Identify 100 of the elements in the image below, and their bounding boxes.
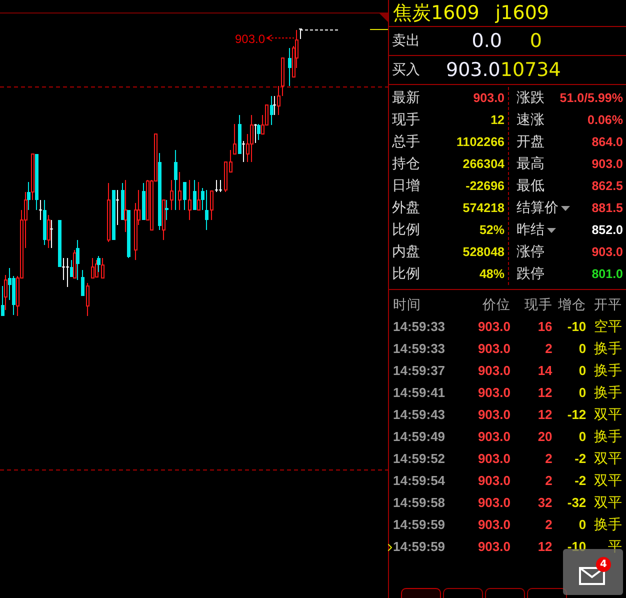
trade-volume: 2 <box>544 450 552 468</box>
trade-volume: 2 <box>544 472 552 490</box>
stat-value: 903.0 <box>592 244 623 261</box>
stat-label: 结算价 <box>516 198 558 218</box>
open-interest-change: -2 <box>574 472 586 490</box>
trade-time: 14:59:33 <box>393 340 446 358</box>
stat-label: 最高 <box>516 154 544 174</box>
trade-time: 14:59:59 <box>393 516 446 534</box>
trade-price: 903.0 <box>476 406 510 424</box>
trade-time: 14:59:43 <box>393 406 446 424</box>
stat-value: 51.0/5.99% <box>560 90 623 107</box>
trade-volume: 12 <box>536 406 552 424</box>
trade-time: 14:59:58 <box>393 494 446 512</box>
trade-volume: 2 <box>544 340 552 358</box>
bottom-tab[interactable] <box>443 588 483 598</box>
price-marker-line <box>370 29 388 30</box>
trade-time: 14:59:41 <box>393 384 446 402</box>
open-interest-change: 0 <box>578 340 586 358</box>
stat-value: 801.0 <box>592 266 623 283</box>
dropdown-caret-icon[interactable] <box>546 228 556 232</box>
ask-price: 0.0 <box>470 28 502 54</box>
stat-label: 最低 <box>516 176 544 196</box>
column-header: 时间 <box>393 296 422 315</box>
stat-value: 903.0 <box>592 156 623 173</box>
column-header: 现手 <box>523 296 552 315</box>
stat-label: 持仓 <box>392 154 420 174</box>
notification-badge: 4 <box>596 557 611 572</box>
stat-value: 1102266 <box>456 134 504 151</box>
trade-price: 903.0 <box>476 318 510 336</box>
trade-price: 903.0 <box>476 450 510 468</box>
ask-label: 卖出 <box>392 32 421 50</box>
stat-label: 开盘 <box>516 132 544 152</box>
trade-price: 903.0 <box>476 472 510 490</box>
stat-value: 12 <box>490 112 504 129</box>
stat-label: 日增 <box>392 176 420 196</box>
column-header: 价位 <box>481 296 510 315</box>
stat-label: 总手 <box>392 132 420 152</box>
column-header: 开平 <box>593 296 622 315</box>
open-interest-change: 0 <box>578 428 586 446</box>
trade-time: 14:59:49 <box>393 428 446 446</box>
stat-value: 574218 <box>462 200 504 217</box>
trade-volume: 14 <box>536 362 552 380</box>
bottom-tab[interactable] <box>485 588 525 598</box>
mail-button[interactable]: 4 <box>563 549 623 595</box>
dropdown-caret-icon[interactable] <box>560 206 570 210</box>
trade-type: 双平 <box>593 494 622 512</box>
stat-value: 528048 <box>462 244 504 261</box>
stat-value: 48% <box>479 266 504 283</box>
instrument-name: 焦炭1609 <box>393 1 480 26</box>
stat-label: 涨停 <box>516 242 544 262</box>
trade-volume: 12 <box>536 384 552 402</box>
stat-value: 864.0 <box>592 134 623 151</box>
price-label: 903.0 <box>234 32 265 46</box>
trade-price: 903.0 <box>476 494 510 512</box>
stat-label: 现手 <box>392 110 420 130</box>
stat-value: 881.5 <box>592 200 623 217</box>
trade-volume: 12 <box>536 538 552 556</box>
ask-volume: 0 <box>528 28 542 54</box>
bottom-tab[interactable] <box>527 588 567 598</box>
bid-price: 903.0 <box>446 58 500 83</box>
trade-type: 换手 <box>593 340 622 358</box>
stat-label: 昨结 <box>516 220 544 240</box>
bottom-tab[interactable] <box>401 588 441 598</box>
trade-volume: 32 <box>536 494 552 512</box>
open-interest-change: -32 <box>566 494 586 512</box>
stat-value: 903.0 <box>473 90 504 107</box>
stat-label: 内盘 <box>392 242 420 262</box>
trade-type: 双平 <box>593 472 622 490</box>
trade-time: 14:59:33 <box>393 318 446 336</box>
open-interest-change: -2 <box>574 450 586 468</box>
stat-value: -22696 <box>466 178 504 195</box>
stat-value: 52% <box>479 222 504 239</box>
stat-label: 外盘 <box>392 198 420 218</box>
trade-price: 903.0 <box>476 340 510 358</box>
trade-type: 换手 <box>593 362 622 380</box>
open-interest-change: 0 <box>578 362 586 380</box>
corner-triangle-icon <box>379 13 388 22</box>
trade-type: 换手 <box>593 384 622 402</box>
stat-value: 862.5 <box>592 178 623 195</box>
bid-label: 买入 <box>392 60 421 80</box>
trade-type: 双平 <box>593 450 622 468</box>
stat-label: 跌停 <box>516 264 544 284</box>
trade-time: 14:59:37 <box>393 362 446 380</box>
open-interest-change: 0 <box>578 384 586 402</box>
trade-price: 903.0 <box>476 384 510 402</box>
open-interest-change: -12 <box>566 406 586 424</box>
stat-label: 涨跌 <box>516 88 544 108</box>
trade-time: 14:59:59 <box>393 538 446 556</box>
trade-volume: 16 <box>536 318 552 336</box>
bid-volume: 10734 <box>500 58 561 83</box>
stat-value: 0.06% <box>588 112 623 129</box>
trade-type: 换手 <box>593 516 622 534</box>
stat-label: 最新 <box>392 88 420 108</box>
trade-time: 14:59:52 <box>393 450 446 468</box>
trade-price: 903.0 <box>476 428 510 446</box>
trade-time: 14:59:54 <box>393 472 446 490</box>
stat-label: 速涨 <box>516 110 544 130</box>
stat-label: 比例 <box>392 264 420 284</box>
trade-price: 903.0 <box>476 538 510 556</box>
trade-price: 903.0 <box>476 516 510 534</box>
